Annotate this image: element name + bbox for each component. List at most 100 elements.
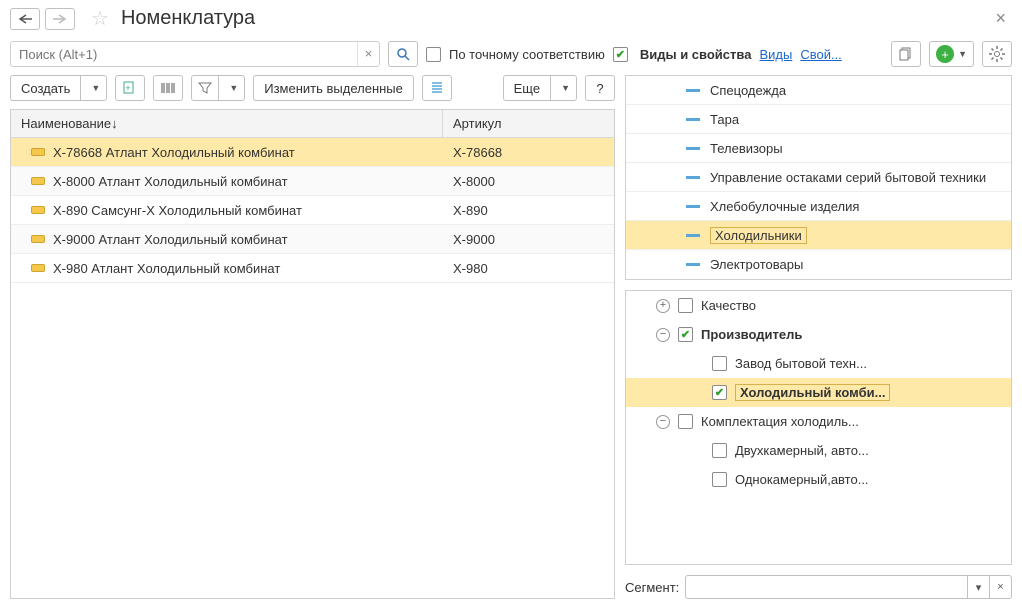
table-row[interactable]: X-890 Самсунг-X Холодильный комбинатX-89… xyxy=(11,196,614,225)
change-selected-button[interactable]: Изменить выделенные xyxy=(253,75,414,101)
search-field-wrap: × xyxy=(10,41,380,67)
create-button-label: Создать xyxy=(21,81,70,96)
copy-icon: + xyxy=(123,81,137,95)
plus-circle-icon: + xyxy=(936,45,954,63)
caret-down-icon: ▼ xyxy=(958,49,967,59)
search-button[interactable] xyxy=(388,41,418,67)
tree-row[interactable]: Завод бытовой техн... xyxy=(626,349,1011,378)
type-item[interactable]: Телевизоры xyxy=(626,134,1011,163)
barcode-button[interactable] xyxy=(153,75,183,101)
tree-row[interactable]: −Комплектация холодиль... xyxy=(626,407,1011,436)
tree-label: Качество xyxy=(701,298,756,313)
tree-row[interactable]: Однокамерный,авто... xyxy=(626,465,1011,494)
table-row[interactable]: X-980 Атлант Холодильный комбинатX-980 xyxy=(11,254,614,283)
more-button-label: Еще xyxy=(514,81,540,96)
caret-down-icon: ▼ xyxy=(561,83,570,93)
row-article-text: X-78668 xyxy=(453,145,502,160)
type-item[interactable]: Тара xyxy=(626,105,1011,134)
svg-text:+: + xyxy=(126,83,131,93)
segment-clear-button[interactable]: × xyxy=(989,576,1011,598)
help-button[interactable]: ? xyxy=(585,75,615,101)
cell-name: X-78668 Атлант Холодильный комбинат xyxy=(11,145,443,160)
copy-button[interactable]: + xyxy=(115,75,145,101)
tree-row[interactable]: Двухкамерный, авто... xyxy=(626,436,1011,465)
views-and-props-label: Виды и свойства xyxy=(640,47,752,62)
tree-checkbox[interactable] xyxy=(678,414,693,429)
type-label: Холодильники xyxy=(710,227,807,244)
table-row[interactable]: X-9000 Атлант Холодильный комбинат X-9000 xyxy=(11,225,614,254)
column-article-label: Артикул xyxy=(453,116,501,131)
table-row[interactable]: X-78668 Атлант Холодильный комбинат X-786… xyxy=(11,138,614,167)
exact-match-label: По точному соответствию xyxy=(449,47,605,62)
tree-expander[interactable]: − xyxy=(656,415,670,429)
documents-icon xyxy=(899,47,913,61)
type-item[interactable]: Холодильники xyxy=(626,221,1011,250)
more-button[interactable]: Еще xyxy=(503,75,550,101)
list-mode-button[interactable] xyxy=(422,75,452,101)
change-selected-label: Изменить выделенные xyxy=(264,81,403,96)
tree-expander-placeholder xyxy=(690,444,704,458)
cell-name: X-9000 Атлант Холодильный комбинат xyxy=(11,232,443,247)
segment-input-group: ▾ × xyxy=(685,575,1012,599)
segment-dropdown-button[interactable]: ▾ xyxy=(967,576,989,598)
type-dash-icon xyxy=(686,205,700,208)
create-plus-button[interactable]: + ▼ xyxy=(929,41,974,67)
caret-down-icon: ▼ xyxy=(91,83,100,93)
column-header-article[interactable]: Артикул xyxy=(443,110,614,137)
tree-checkbox[interactable] xyxy=(678,298,693,313)
column-name-label: Наименование xyxy=(21,116,111,131)
tree-checkbox[interactable] xyxy=(712,356,727,371)
cell-name: X-980 Атлант Холодильный комбинат xyxy=(11,261,443,276)
more-dropdown-button[interactable]: ▼ xyxy=(550,75,577,101)
tree-row[interactable]: + Качество xyxy=(626,291,1011,320)
tree-expander[interactable]: − xyxy=(656,328,670,342)
cell-article: X-8000 xyxy=(443,174,614,189)
clear-search-button[interactable]: × xyxy=(357,42,379,66)
tree-checkbox[interactable] xyxy=(678,327,693,342)
table-header: Наименование ↓ Артикул xyxy=(11,110,614,138)
tree-checkbox[interactable] xyxy=(712,443,727,458)
type-item[interactable]: Хлебобулочные изделия xyxy=(626,192,1011,221)
create-dropdown-button[interactable]: ▼ xyxy=(80,75,107,101)
favorite-star-icon[interactable]: ☆ xyxy=(91,6,109,31)
type-item[interactable]: Спецодежда xyxy=(626,76,1011,105)
type-item[interactable]: Управление остаками серий бытовой техник… xyxy=(626,163,1011,192)
tree-checkbox[interactable] xyxy=(712,472,727,487)
nav-forward-button[interactable] xyxy=(45,8,75,30)
views-link[interactable]: Виды xyxy=(759,47,792,62)
table-row[interactable]: X-8000 Атлант Холодильный комбинатX-8000 xyxy=(11,167,614,196)
tree-label: Завод бытовой техн... xyxy=(735,356,867,371)
filter-dropdown-button[interactable]: ▼ xyxy=(218,75,245,101)
custom-link[interactable]: Свой... xyxy=(800,47,841,62)
type-label: Телевизоры xyxy=(710,141,783,156)
column-header-name[interactable]: Наименование ↓ xyxy=(11,110,443,137)
search-input[interactable] xyxy=(17,46,357,63)
views-and-props-checkbox[interactable] xyxy=(613,47,628,62)
tree-checkbox[interactable] xyxy=(712,385,727,400)
tree-label: Холодильный комби... xyxy=(735,384,890,401)
row-name-text: X-78668 Атлант Холодильный комбинат xyxy=(53,145,295,160)
tree-row[interactable]: −Производитель xyxy=(626,320,1011,349)
segment-input[interactable] xyxy=(686,576,967,598)
search-icon xyxy=(396,47,410,61)
type-item[interactable]: Электротовары xyxy=(626,250,1011,279)
cell-article: X-890 xyxy=(443,203,614,218)
filter-button[interactable] xyxy=(191,75,218,101)
row-article-text: X-9000 xyxy=(453,232,495,247)
item-icon xyxy=(31,206,45,214)
tree-expander[interactable]: + xyxy=(656,299,670,313)
cell-article: X-9000 xyxy=(443,232,614,247)
arrow-left-icon xyxy=(18,14,32,24)
type-label: Управление остаками серий бытовой техник… xyxy=(710,170,986,185)
exact-match-checkbox[interactable] xyxy=(426,47,441,62)
close-button[interactable]: × xyxy=(989,8,1012,29)
item-icon xyxy=(31,264,45,272)
create-button[interactable]: Создать xyxy=(10,75,80,101)
tree-row[interactable]: Холодильный комби... xyxy=(626,378,1011,407)
settings-button[interactable] xyxy=(982,41,1012,67)
nav-back-button[interactable] xyxy=(10,8,40,30)
page-title: Номенклатура xyxy=(121,7,255,30)
reports-button[interactable] xyxy=(891,41,921,67)
row-name-text: X-980 Атлант Холодильный комбинат xyxy=(53,261,280,276)
help-label: ? xyxy=(596,81,603,96)
